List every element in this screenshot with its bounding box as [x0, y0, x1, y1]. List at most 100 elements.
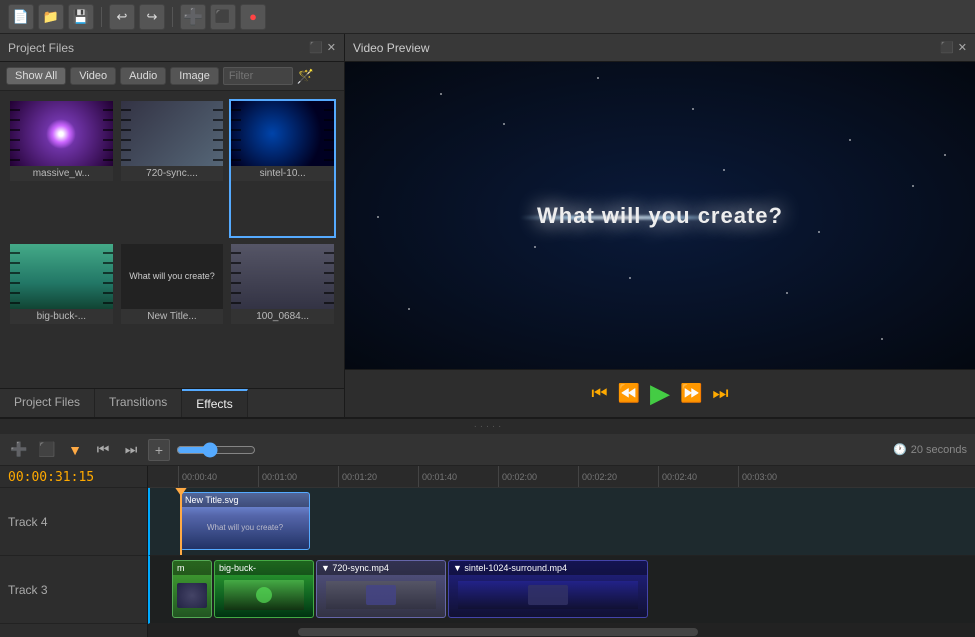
rewind-button[interactable]: ⏪ — [618, 383, 640, 404]
save-button[interactable]: 💾 — [68, 4, 94, 30]
ruler-mark-0120: 00:01:20 — [338, 466, 418, 487]
media-thumb-100068 — [231, 244, 334, 309]
star — [440, 93, 442, 95]
track-4-row: New Title.svg What will you create? — [148, 488, 975, 556]
minimize-panel-button[interactable]: ⬛ — [309, 41, 323, 54]
video-preview-text: What will you create? — [537, 203, 783, 229]
tab-effects[interactable]: Effects — [182, 389, 247, 417]
filter-timeline-button[interactable]: ▼ — [64, 439, 86, 461]
media-item-720sync[interactable]: 720-sync.... — [119, 99, 226, 238]
redo-button[interactable]: ↪ — [139, 4, 165, 30]
clip-label-sintel: ▼ sintel-1024-surround.mp4 — [449, 561, 647, 575]
timeline-resize-handle[interactable]: · · · · · — [0, 419, 975, 434]
track-3-row: m big-buck- — [148, 556, 975, 624]
minimize-preview-button[interactable]: ⬛ — [940, 41, 954, 54]
image-filter-button[interactable]: Image — [170, 67, 219, 85]
video-preview-title: Video Preview — [353, 41, 430, 55]
media-thumb-massive — [10, 101, 113, 166]
new-button[interactable]: 📄 — [8, 4, 34, 30]
clip-visual-720sync — [326, 581, 436, 609]
media-thumb-newtitle: What will you create? — [121, 244, 224, 309]
star — [818, 231, 820, 233]
show-all-button[interactable]: Show All — [6, 67, 66, 85]
clip-thumb-m — [173, 575, 211, 615]
zoom-slider[interactable] — [176, 442, 256, 458]
star — [377, 216, 379, 218]
video-filter-button[interactable]: Video — [70, 67, 116, 85]
clip-sintel[interactable]: ▼ sintel-1024-surround.mp4 — [448, 560, 648, 618]
clip-m[interactable]: m — [172, 560, 212, 618]
star — [723, 169, 725, 171]
media-label-massive: massive_w... — [10, 166, 113, 181]
clip-visual-m — [177, 583, 207, 608]
current-timecode: 00:00:31:15 — [8, 470, 94, 485]
clip-720sync[interactable]: ▼ 720-sync.mp4 — [316, 560, 446, 618]
timeline-skip-start-button[interactable]: ⏮ — [92, 439, 114, 461]
audio-filter-button[interactable]: Audio — [120, 67, 166, 85]
timeline-skip-end-button[interactable]: ⏭ — [120, 439, 142, 461]
media-item-bigbuck[interactable]: big-buck-... — [8, 242, 115, 381]
clip-visual-sintel — [458, 581, 638, 609]
playback-controls: ⏮ ⏪ ▶ ⏩ ⏭ — [345, 369, 975, 417]
record-button[interactable]: ● — [240, 4, 266, 30]
time-display: 🕐 20 seconds — [893, 443, 967, 456]
timeline-scrollbar-thumb[interactable] — [298, 628, 698, 636]
clip-bigbuck[interactable]: big-buck- — [214, 560, 314, 618]
right-panel: Video Preview ⬛ ✕ — [345, 34, 975, 417]
add-track-button[interactable]: ➕ — [8, 439, 30, 461]
remove-track-button[interactable]: ⬛ — [36, 439, 58, 461]
play-button[interactable]: ▶ — [650, 378, 670, 409]
tab-project-files[interactable]: Project Files — [0, 389, 95, 417]
ruler-mark-0140: 00:01:40 — [418, 466, 498, 487]
project-files-title: Project Files — [8, 41, 74, 55]
tracks-wrapper: 00:00:40 00:01:00 00:01:20 00:01:40 00:0… — [148, 466, 975, 637]
track-3-name: Track 3 — [8, 583, 48, 597]
playhead-marker — [174, 488, 188, 496]
close-preview-button[interactable]: ✕ — [958, 41, 967, 54]
star — [629, 277, 631, 279]
star — [534, 246, 536, 248]
separator — [101, 7, 102, 27]
project-files-toolbar: Show All Video Audio Image 🪄 — [0, 62, 344, 91]
tab-transitions[interactable]: Transitions — [95, 389, 182, 417]
video-preview-area: What will you create? — [345, 62, 975, 369]
track-4-name: Track 4 — [8, 515, 48, 529]
playhead — [180, 488, 182, 555]
clip-thumb-sintel — [449, 575, 647, 615]
clip-thumb-newtitle: What will you create? — [181, 507, 309, 547]
clear-filter-button[interactable]: 🪄 — [297, 68, 314, 85]
clip-thumb-bigbuck — [215, 575, 313, 615]
clip-thumb-circle — [256, 587, 272, 603]
separator — [172, 7, 173, 27]
clip-newtitle[interactable]: New Title.svg What will you create? — [180, 492, 310, 550]
undo-button[interactable]: ↩ — [109, 4, 135, 30]
timeline-add-marker-button[interactable]: + — [148, 439, 170, 461]
add-button[interactable]: ➕ — [180, 4, 206, 30]
skip-to-start-button[interactable]: ⏮ — [591, 383, 607, 404]
track-content[interactable]: 00:00:40 00:01:00 00:01:20 00:01:40 00:0… — [148, 466, 975, 637]
clip-visual-bigbuck — [224, 580, 304, 610]
media-item-newtitle[interactable]: What will you create? New Title... — [119, 242, 226, 381]
fast-forward-button[interactable]: ⏩ — [680, 383, 702, 404]
clip-thumb-box — [366, 585, 396, 605]
export-button[interactable]: ⬛ — [210, 4, 236, 30]
media-label-newtitle: New Title... — [121, 309, 224, 324]
video-header-controls: ⬛ ✕ — [940, 41, 967, 54]
media-item-massive[interactable]: massive_w... — [8, 99, 115, 238]
media-item-100068[interactable]: 100_0684... — [229, 242, 336, 381]
timeline-area: · · · · · ➕ ⬛ ▼ ⏮ ⏭ + 🕐 20 seconds 00:00… — [0, 417, 975, 637]
timeline-scrollbar-track — [148, 624, 975, 637]
open-button[interactable]: 📁 — [38, 4, 64, 30]
clip-thumb-box-sintel — [528, 585, 568, 605]
project-files-grid: massive_w... 720-sync.... sintel-10... — [0, 91, 344, 388]
ruler-marks: 00:00:40 00:01:00 00:01:20 00:01:40 00:0… — [178, 466, 818, 487]
toolbar: 📄 📁 💾 ↩ ↪ ➕ ⬛ ● — [0, 0, 975, 34]
media-label-sintel: sintel-10... — [231, 166, 334, 181]
close-panel-button[interactable]: ✕ — [327, 41, 336, 54]
skip-to-end-button[interactable]: ⏭ — [712, 383, 728, 404]
ruler-mark-0220: 00:02:20 — [578, 466, 658, 487]
clip-label-720sync: ▼ 720-sync.mp4 — [317, 561, 445, 575]
filter-input[interactable] — [223, 67, 293, 85]
media-item-sintel[interactable]: sintel-10... — [229, 99, 336, 238]
timeline-content: 00:00:31:15 Track 4 Track 3 00:00:40 — [0, 466, 975, 637]
